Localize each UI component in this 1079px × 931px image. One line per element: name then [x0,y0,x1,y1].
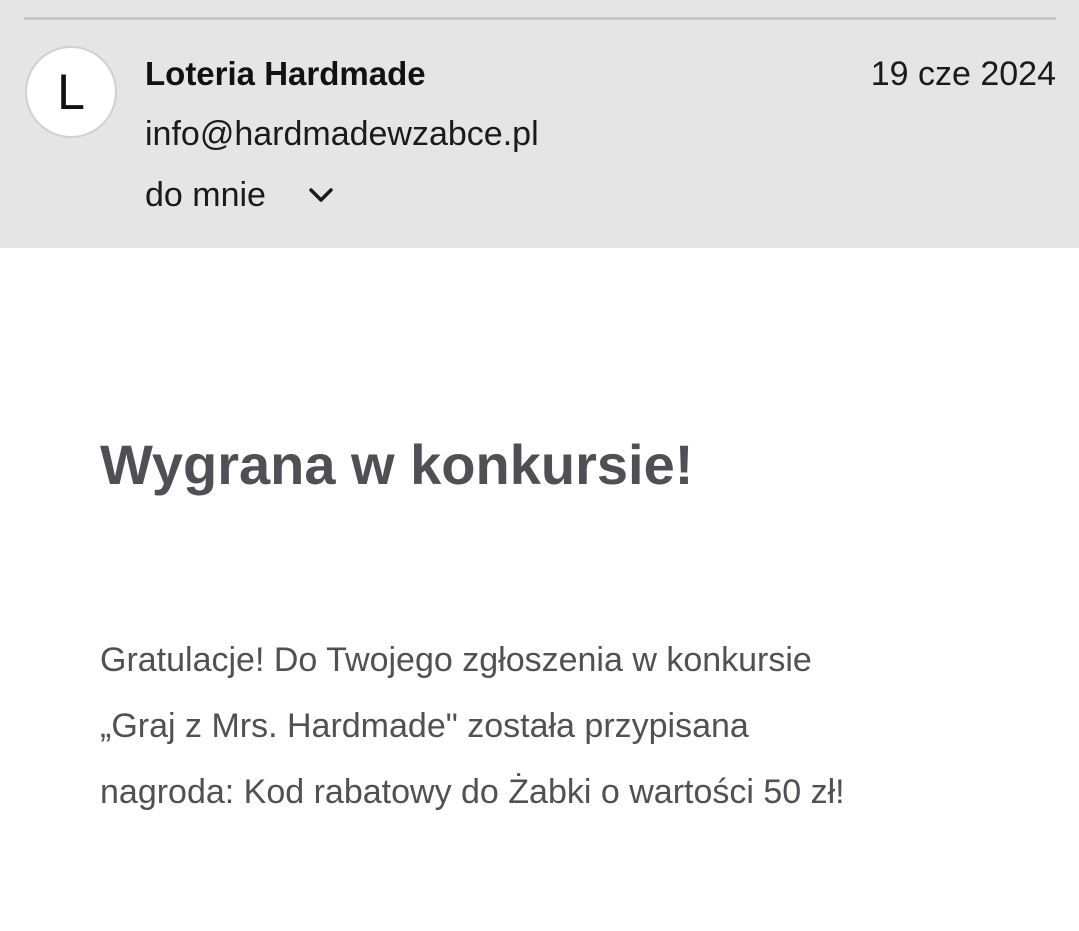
sender-name: Loteria Hardmade [145,55,426,92]
email-message: Gratulacje! Do Twojego zgłoszenia w konk… [100,627,1000,825]
recipient-details-toggle[interactable]: do mnie [145,172,336,218]
chevron-down-icon[interactable] [306,180,336,210]
sender-avatar[interactable]: L [25,46,117,138]
email-header: L Loteria Hardmade 19 cze 2024 info@hard… [0,0,1079,248]
sender-email: info@hardmadewzabce.pl [145,115,539,153]
email-date: 19 cze 2024 [870,55,1056,93]
email-headline: Wygrana w konkursie! [100,433,694,496]
avatar-letter: L [57,64,85,120]
message-line: „Graj z Mrs. Hardmade" została przypisan… [100,707,749,745]
recipient-label: do mnie [145,175,266,214]
header-divider [24,17,1056,20]
message-line: nagroda: Kod rabatowy do Żabki o wartośc… [100,773,845,811]
message-line: Gratulacje! Do Twojego zgłoszenia w konk… [100,641,812,679]
